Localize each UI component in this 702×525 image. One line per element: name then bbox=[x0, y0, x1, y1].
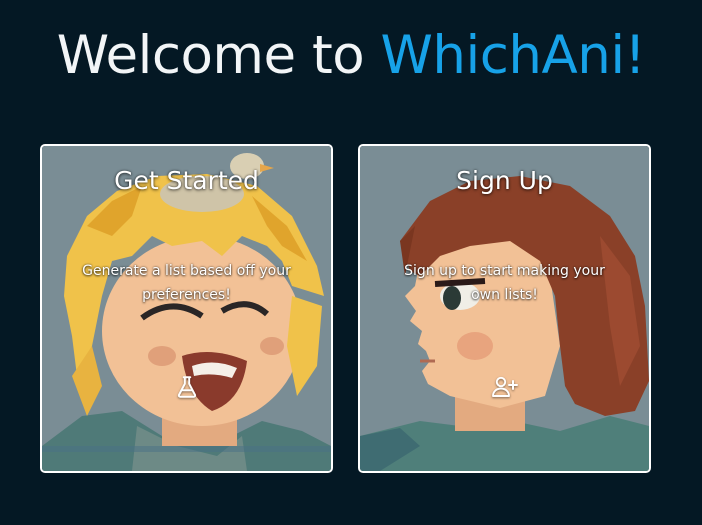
get-started-title: Get Started bbox=[114, 166, 259, 195]
user-plus-icon bbox=[491, 376, 518, 397]
landing-page: Welcome to WhichAni! Get Started Generat… bbox=[0, 0, 702, 525]
sign-up-icon-wrap bbox=[360, 374, 649, 400]
sign-up-card[interactable]: Sign Up Sign up to start making your own… bbox=[358, 144, 651, 473]
flask-icon bbox=[177, 376, 196, 398]
get-started-card[interactable]: Get Started Generate a list based off yo… bbox=[40, 144, 333, 473]
sign-up-description: Sign up to start making your own lists! bbox=[404, 263, 605, 303]
page-title-brand: WhichAni! bbox=[380, 25, 646, 86]
get-started-icon-wrap bbox=[42, 374, 331, 400]
get-started-description: Generate a list based off your preferenc… bbox=[82, 263, 291, 303]
page-title-prefix: Welcome to bbox=[56, 25, 381, 86]
sign-up-title: Sign Up bbox=[456, 166, 553, 195]
page-title: Welcome to WhichAni! bbox=[0, 24, 702, 88]
